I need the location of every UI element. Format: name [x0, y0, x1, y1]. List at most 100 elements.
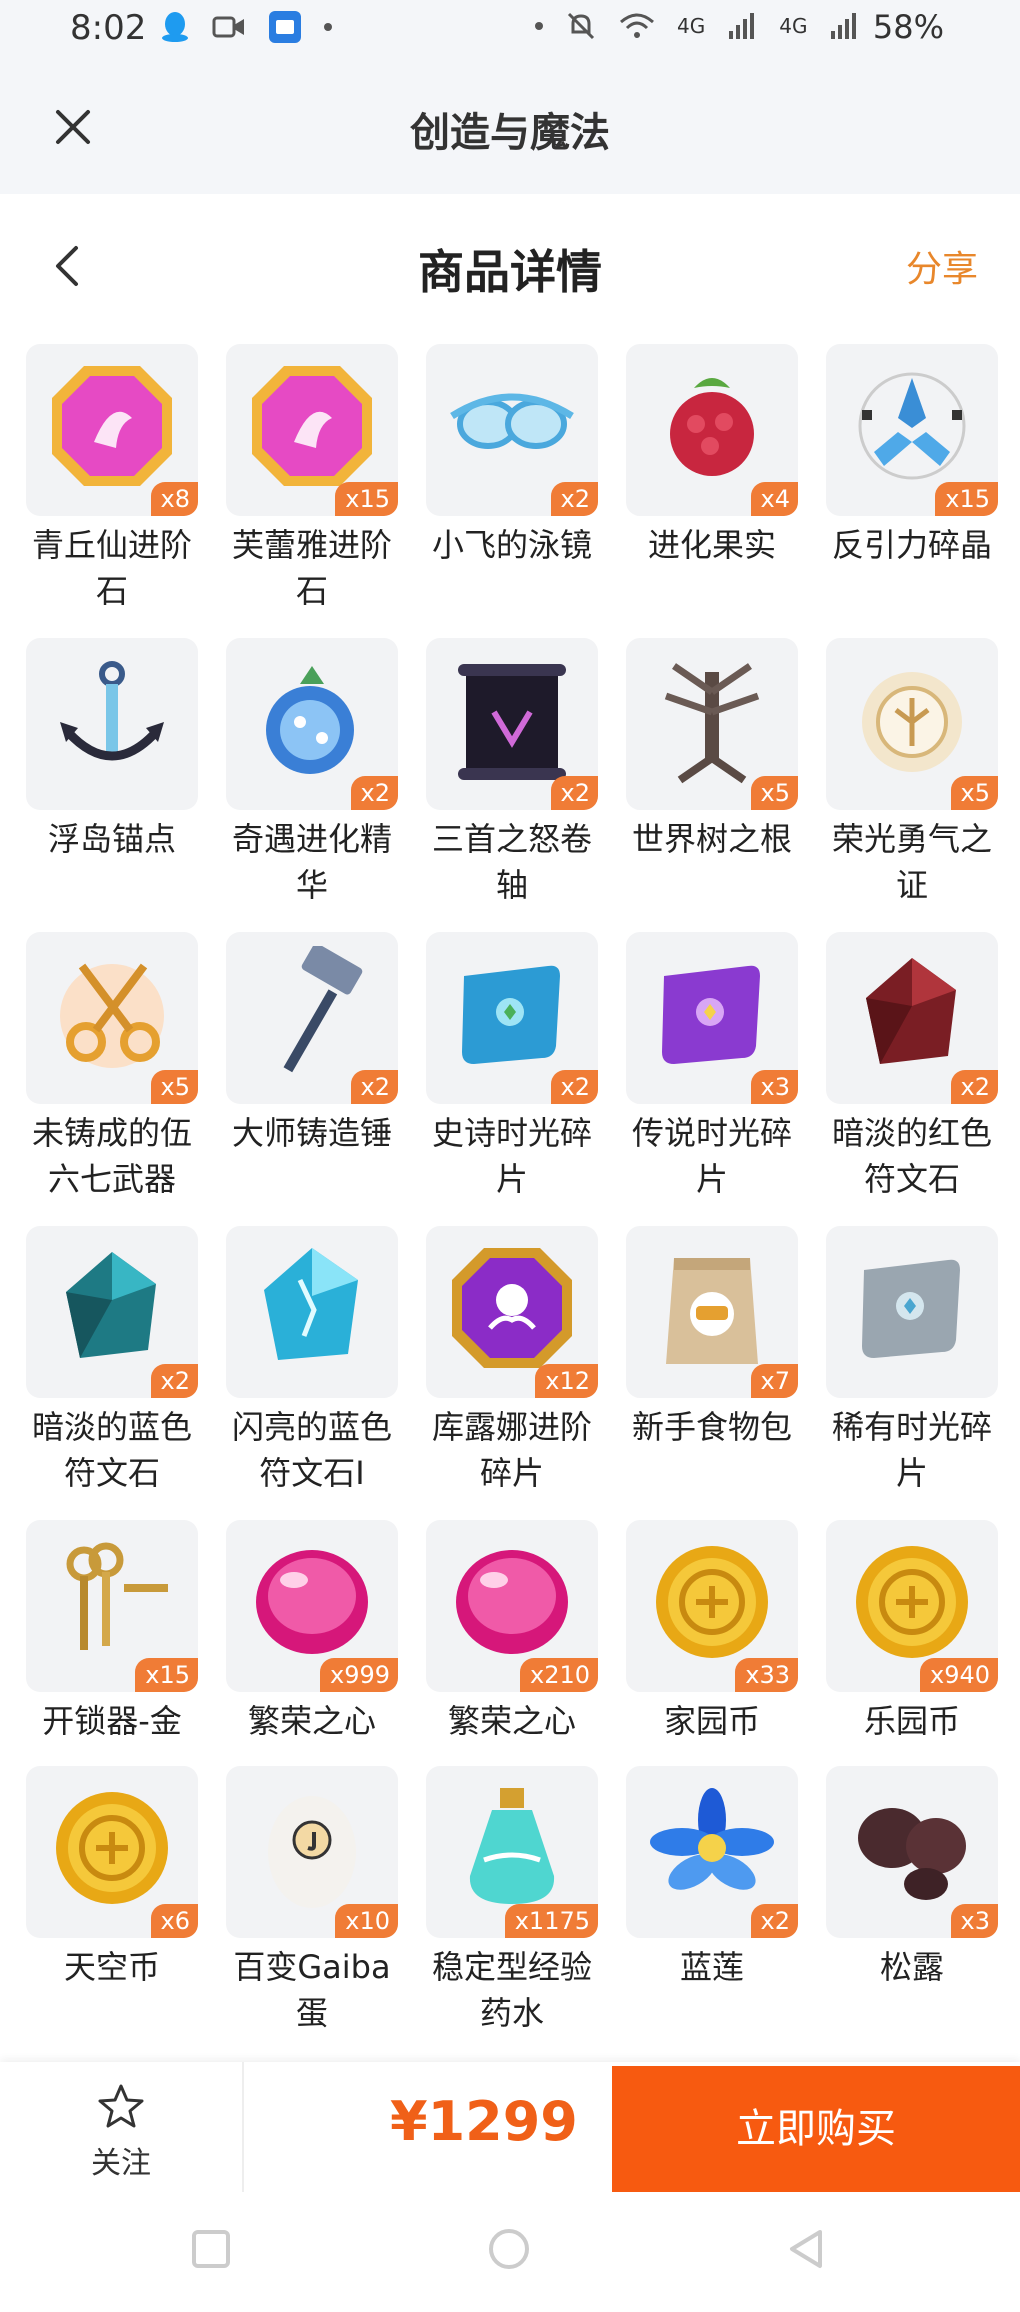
quantity-badge: x4 — [750, 482, 798, 516]
item-name: 稳定型经验药水 — [431, 1948, 592, 2032]
product-item[interactable]: x8 青丘仙进阶石 — [26, 344, 202, 614]
pink-gem-icon — [252, 366, 372, 486]
item-name: 暗淡的红色符文石 — [831, 1114, 992, 1198]
app-title: 创造与魔法 — [410, 110, 610, 156]
pink-orb-icon — [256, 1550, 368, 1654]
item-name: 浮岛锚点 — [47, 820, 176, 858]
product-item[interactable]: x3 传说时光碎片 — [626, 932, 802, 1202]
buy-now-button[interactable]: 立即购买 — [612, 2066, 1020, 2192]
potion-icon — [469, 1788, 555, 1904]
product-item[interactable]: x2 史诗时光碎片 — [426, 932, 602, 1202]
product-item[interactable]: x1175 稳定型经验药水 — [426, 1766, 602, 2036]
product-item[interactable]: x15 芙蕾雅进阶石 — [226, 344, 402, 614]
item-thumbnail: x2 — [426, 638, 598, 810]
network-type-2: 4G — [779, 14, 808, 38]
item-thumbnail: x5 — [626, 638, 798, 810]
item-thumbnail: x12 — [426, 1226, 598, 1398]
goggles-icon — [450, 393, 574, 449]
qq-icon — [162, 12, 188, 42]
quantity-badge: x1175 — [504, 1904, 598, 1938]
item-thumbnail: x3 — [826, 1766, 998, 1938]
product-item[interactable]: 浮岛锚点 — [26, 638, 202, 862]
product-item[interactable]: x6 天空币 — [26, 1766, 202, 1990]
product-item[interactable]: x15 开锁器-金 — [26, 1520, 202, 1744]
page-header: 商品详情 分享 — [0, 194, 1020, 334]
quantity-badge: x5 — [750, 776, 798, 810]
quantity-badge: x210 — [519, 1658, 598, 1692]
product-item[interactable]: x999 繁荣之心 — [226, 1520, 402, 1744]
back-nav-icon[interactable] — [784, 2226, 830, 2272]
quantity-badge: x33 — [735, 1658, 798, 1692]
star-icon — [98, 2084, 144, 2128]
item-name: 家园币 — [663, 1702, 760, 1740]
pink-orb-icon — [456, 1550, 568, 1654]
red-rune-stone-icon — [866, 958, 956, 1064]
product-item[interactable]: x2 小飞的泳镜 — [426, 344, 602, 568]
status-time: 8:02 — [70, 8, 147, 48]
product-item[interactable]: x5 未铸成的伍六七武器 — [26, 932, 202, 1202]
gold-keys-icon — [66, 1542, 168, 1650]
product-item[interactable]: x7 新手食物包 — [626, 1226, 802, 1450]
home-icon[interactable] — [486, 2226, 532, 2272]
mute-icon — [567, 12, 595, 40]
signal-icon — [729, 13, 755, 39]
purple-gem-icon — [452, 1248, 572, 1368]
product-item[interactable]: x33 家园币 — [626, 1520, 802, 1744]
app-header: 创造与魔法 — [0, 58, 1020, 194]
quantity-badge: x2 — [150, 1364, 198, 1398]
item-thumbnail: x2 — [26, 1226, 198, 1398]
product-item[interactable]: x5 世界树之根 — [626, 638, 802, 862]
quantity-badge: x5 — [950, 776, 998, 810]
purple-puzzle-icon — [662, 965, 760, 1064]
product-item[interactable]: x3 松露 — [826, 1766, 1002, 1990]
raspberry-fruit-icon — [670, 378, 754, 476]
anchor-icon — [60, 661, 164, 761]
item-thumbnail: x210 — [426, 1520, 598, 1692]
product-item[interactable]: x2 暗淡的红色符文石 — [826, 932, 1002, 1202]
quantity-badge: x2 — [550, 776, 598, 810]
item-name: 荣光勇气之证 — [831, 820, 992, 904]
product-item[interactable]: x4 进化果实 — [626, 344, 802, 568]
item-thumbnail: x7 — [626, 1226, 798, 1398]
item-name: 奇遇进化精华 — [231, 820, 392, 904]
bottom-action-bar: 关注 ¥1299 立即购买 — [0, 2062, 1020, 2192]
product-item[interactable]: x2 大师铸造锤 — [226, 932, 402, 1156]
item-thumbnail: x2 — [626, 1766, 798, 1938]
product-item[interactable]: x12 库露娜进阶碎片 — [426, 1226, 602, 1496]
product-item[interactable]: x210 繁荣之心 — [426, 1520, 602, 1744]
product-item[interactable]: x5 荣光勇气之证 — [826, 638, 1002, 908]
status-dot — [535, 22, 543, 30]
product-item[interactable]: x2 三首之怒卷轴 — [426, 638, 602, 908]
item-thumbnail: x1175 — [426, 1766, 598, 1938]
item-thumbnail: x5 — [826, 638, 998, 810]
wifi-icon — [620, 13, 654, 38]
status-bar: 8:02 4G 4G 58% — [0, 0, 1020, 58]
follow-button[interactable]: 关注 — [0, 2062, 244, 2192]
product-item[interactable]: x10 百变Gaiba蛋 — [226, 1766, 402, 2036]
product-item[interactable]: x2 暗淡的蓝色符文石 — [26, 1226, 202, 1496]
product-item[interactable]: x2 奇遇进化精华 — [226, 638, 402, 908]
item-name: 新手食物包 — [631, 1408, 792, 1446]
scroll-icon — [458, 664, 566, 780]
item-thumbnail: x2 — [226, 932, 398, 1104]
product-item[interactable]: x15 反引力碎晶 — [826, 344, 1002, 568]
egg-icon — [268, 1796, 356, 1908]
product-item[interactable]: x2 蓝莲 — [626, 1766, 802, 1990]
quantity-badge: x15 — [935, 482, 998, 516]
item-name: 开锁器-金 — [42, 1702, 182, 1740]
quantity-badge: x3 — [750, 1070, 798, 1104]
item-name: 库露娜进阶碎片 — [431, 1408, 592, 1492]
item-name: 闪亮的蓝色符文石I — [231, 1408, 392, 1492]
product-item[interactable]: 稀有时光碎片 — [826, 1226, 1002, 1496]
item-name: 繁荣之心 — [447, 1702, 576, 1740]
hammer-icon — [283, 946, 363, 1073]
recents-icon[interactable] — [188, 2226, 234, 2272]
item-thumbnail: x15 — [826, 344, 998, 516]
share-button[interactable]: 分享 — [906, 240, 978, 292]
product-item[interactable]: x940 乐园币 — [826, 1520, 1002, 1744]
item-thumbnail: x999 — [226, 1520, 398, 1692]
item-name: 百变Gaiba蛋 — [233, 1948, 391, 2032]
product-item[interactable]: 闪亮的蓝色符文石I — [226, 1226, 402, 1496]
item-name: 小飞的泳镜 — [431, 526, 592, 564]
item-thumbnail — [226, 1226, 398, 1398]
